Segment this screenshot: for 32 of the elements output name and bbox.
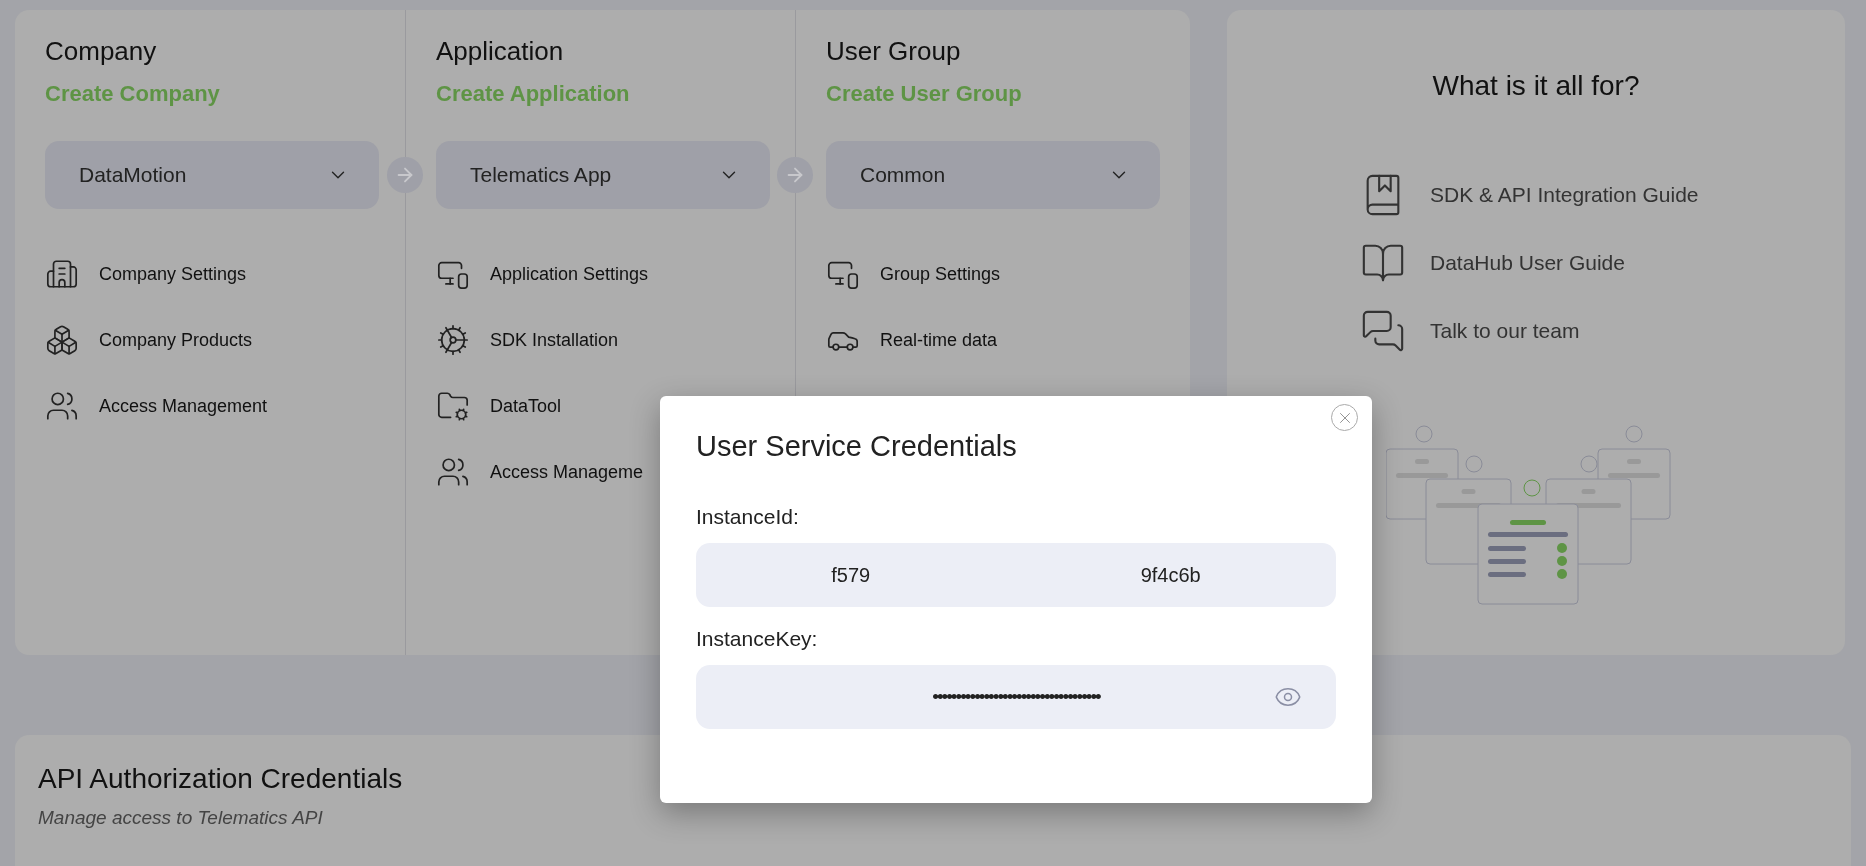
settings-link[interactable]: Access Management xyxy=(45,388,405,424)
field-label: InstanceKey: xyxy=(696,627,819,651)
line-icon xyxy=(45,257,79,291)
line-icon xyxy=(436,389,470,423)
close-button[interactable] xyxy=(1331,404,1358,431)
value-field[interactable]: f579 9f4c6b xyxy=(696,543,1336,607)
line-icon xyxy=(436,323,470,357)
secret-field[interactable]: •••••••••••••••••••••••••••••••••••• xyxy=(696,665,1336,729)
select-dropdown[interactable]: Telematics App xyxy=(436,141,770,209)
settings-link[interactable]: DataTool xyxy=(436,388,795,424)
guide-link[interactable]: DataHub User Guide xyxy=(1360,240,1699,286)
settings-link[interactable]: Application Settings xyxy=(436,256,795,292)
column-title: User Group xyxy=(826,36,962,67)
dialog-title: User Service Credentials xyxy=(696,430,1018,463)
line-icon xyxy=(45,389,79,423)
section-title: API Authorization Credentials xyxy=(38,763,404,795)
column-title: Application xyxy=(436,36,565,67)
select-dropdown[interactable]: DataMotion xyxy=(45,141,379,209)
field-label: InstanceId: xyxy=(696,505,800,529)
select-dropdown[interactable]: Common xyxy=(826,141,1160,209)
settings-link[interactable]: SDK Installation xyxy=(436,322,795,358)
settings-link[interactable]: Group Settings xyxy=(826,256,1190,292)
settings-link[interactable]: Real-time data xyxy=(826,322,1190,358)
help-title: What is it all for? xyxy=(1432,70,1640,102)
line-icon xyxy=(45,323,79,357)
settings-link[interactable]: Company Products xyxy=(45,322,405,358)
line-icon xyxy=(436,455,470,489)
guide-link[interactable]: SDK & API Integration Guide xyxy=(1360,172,1699,218)
settings-link[interactable]: Company Settings xyxy=(45,256,405,292)
guide-link[interactable]: Talk to our team xyxy=(1360,308,1699,354)
section-subtitle: Manage access to Telematics API xyxy=(38,807,324,829)
column-title: Company xyxy=(45,36,158,67)
